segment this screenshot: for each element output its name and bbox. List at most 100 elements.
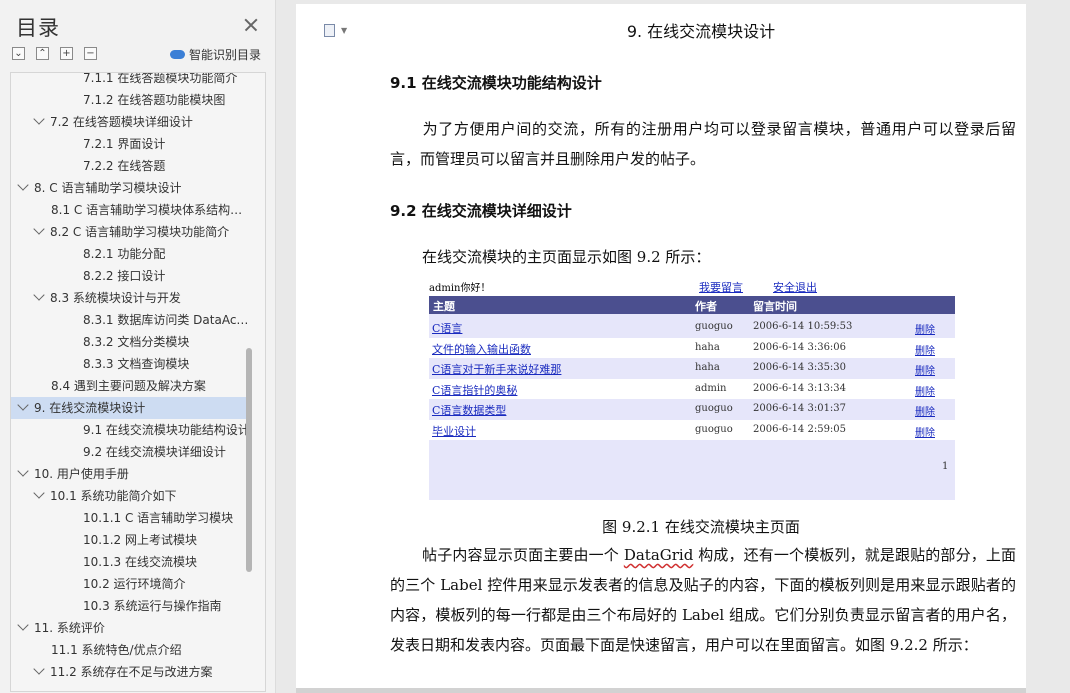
toc-item-label: 7.1.1 在线答题模块功能简介: [83, 72, 238, 85]
toc-item[interactable]: 11.1 系统特色/优点介绍: [11, 639, 251, 661]
toc-item[interactable]: 8.3.3 文档查询模块: [11, 353, 251, 375]
horizontal-scrollbar[interactable]: [296, 688, 1026, 693]
chevron-down-icon[interactable]: [33, 487, 45, 499]
toc-item-label: 9. 在线交流模块设计: [34, 401, 146, 415]
toc-item[interactable]: 11. 系统评价: [11, 617, 251, 639]
toc-item[interactable]: 8.1 C 语言辅助学习模块体系结构设计: [11, 199, 251, 221]
topic-link[interactable]: 文件的输入输出函数: [432, 341, 531, 357]
topic-link[interactable]: C语言对于新手来说好难那: [432, 361, 561, 377]
author-cell: haha: [695, 362, 720, 374]
delete-link[interactable]: 删除: [915, 362, 935, 377]
toc-item[interactable]: 10. 用户使用手册: [11, 463, 251, 485]
toc-title: 目录: [16, 16, 60, 40]
toc-item-label: 8.1 C 语言辅助学习模块体系结构设计: [51, 203, 251, 217]
toc-item-label: 11.1 系统特色/优点介绍: [51, 643, 182, 657]
chapter-heading: 9. 在线交流模块设计: [626, 22, 776, 41]
section-9-1-paragraph: 为了方便用户间的交流，所有的注册用户均可以登录留言模块，普通用户可以登录后留言，…: [390, 114, 1016, 174]
toc-item[interactable]: 8.3.2 文档分类模块: [11, 331, 251, 353]
page-number[interactable]: 1: [942, 461, 948, 472]
toc-item-label: 7.2.1 界面设计: [83, 137, 166, 151]
chevron-down-icon[interactable]: [33, 663, 45, 675]
toc-item[interactable]: 7.2 在线答题模块详细设计: [11, 111, 251, 133]
datagrid-term: DataGrid: [623, 546, 694, 564]
toc-item[interactable]: 8. C 语言辅助学习模块设计: [11, 177, 251, 199]
toc-item[interactable]: 7.1.1 在线答题模块功能简介: [11, 72, 251, 89]
toc-item-label: 8.3.3 文档查询模块: [83, 357, 190, 371]
toc-item-label: 8.3 系统模块设计与开发: [50, 291, 181, 305]
toc-scrollbar[interactable]: [246, 348, 252, 572]
header-topic: 主题: [433, 300, 455, 313]
delete-link[interactable]: 删除: [915, 383, 935, 398]
chevron-down-icon[interactable]: [33, 113, 45, 125]
delete-link[interactable]: 删除: [915, 342, 935, 357]
toc-item[interactable]: 8.4 遇到主要问题及解决方案: [11, 375, 251, 397]
toc-item-label: 8.2.2 接口设计: [83, 269, 166, 283]
chevron-down-icon[interactable]: [33, 289, 45, 301]
time-cell: 2006-6-14 2:59:05: [753, 424, 847, 435]
toc-item-label: 9.2 在线交流模块详细设计: [83, 445, 226, 459]
datagrid-text-a: 帖子内容显示页面主要由一个: [422, 546, 624, 564]
toc-panel: 目录 ⌄ ⌃ + − 智能识别目录 7.1.1 在线答题模块功能简介 7.1.2 …: [0, 0, 276, 693]
toc-item[interactable]: 10.1.2 网上考试模块: [11, 529, 251, 551]
toc-item-label: 8.3.2 文档分类模块: [83, 335, 190, 349]
smart-toc-label: 智能识别目录: [189, 48, 262, 62]
topic-link[interactable]: C语言指针的奥秘: [432, 382, 517, 398]
smart-toc-button[interactable]: 智能识别目录: [170, 46, 261, 62]
close-icon[interactable]: [242, 16, 260, 34]
delete-link[interactable]: 删除: [915, 403, 935, 418]
chevron-down-icon[interactable]: [33, 223, 45, 235]
toc-item[interactable]: 10.2 运行环境简介: [11, 573, 251, 595]
figure-caption: 图 9.2.1 在线交流模块主页面: [602, 518, 800, 536]
topic-link[interactable]: 毕业设计: [432, 423, 476, 439]
toc-item[interactable]: 8.3 系统模块设计与开发: [11, 287, 251, 309]
chevron-down-icon[interactable]: [17, 465, 29, 477]
post-message-link[interactable]: 我要留言: [699, 279, 743, 295]
toc-item[interactable]: 10.3 系统运行与操作指南: [11, 595, 251, 617]
toc-item-label: 10.1.1 C 语言辅助学习模块: [83, 511, 234, 525]
topic-link[interactable]: C语言: [432, 320, 462, 336]
grid-header: 主题 作者 留言时间: [429, 296, 955, 314]
toc-item[interactable]: 7.2.1 界面设计: [11, 133, 251, 155]
toc-item[interactable]: 10.1 系统功能简介如下: [11, 485, 251, 507]
toc-item-label: 8.3.1 数据库访问类 DataAccess: [83, 313, 251, 327]
toc-item-label: 8.2.1 功能分配: [83, 247, 166, 261]
section-heading-9-1: 9.1 在线交流模块功能结构设计: [390, 74, 602, 92]
toc-list: 7.1.1 在线答题模块功能简介 7.1.2 在线答题功能模块图 7.2 在线答题模…: [10, 72, 266, 692]
toc-item-label: 10.1.2 网上考试模块: [83, 533, 197, 547]
toc-item[interactable]: 10.1.3 在线交流模块: [11, 551, 251, 573]
toc-item[interactable]: 8.2 C 语言辅助学习模块功能简介: [11, 221, 251, 243]
toc-item[interactable]: 8.3.1 数据库访问类 DataAccess: [11, 309, 251, 331]
chevron-down-icon[interactable]: [17, 399, 29, 411]
toc-item[interactable]: 9.1 在线交流模块功能结构设计: [11, 419, 251, 441]
toc-item[interactable]: 8.2.1 功能分配: [11, 243, 251, 265]
toc-item[interactable]: 9. 在线交流模块设计: [11, 397, 251, 419]
collapse-icon[interactable]: ⌃: [36, 47, 49, 60]
table-row: C语言指针的奥秘 admin 2006-6-14 3:13:34 删除: [429, 378, 955, 399]
author-cell: haha: [695, 341, 720, 353]
topic-link[interactable]: C语言数据类型: [432, 402, 506, 418]
table-row: C语言数据类型 guoguo 2006-6-14 3:01:37 删除: [429, 399, 955, 420]
toc-item[interactable]: 7.2.2 在线答题: [11, 155, 251, 177]
toc-item-label: 10.1 系统功能简介如下: [50, 489, 177, 503]
toc-item[interactable]: 11.2 系统存在不足与改进方案: [11, 661, 251, 683]
logout-link[interactable]: 安全退出: [773, 279, 817, 295]
toc-item-label: 8. C 语言辅助学习模块设计: [34, 181, 182, 195]
chevron-down-icon[interactable]: [17, 619, 29, 631]
expand-all-icon[interactable]: ⌄: [12, 47, 25, 60]
section-9-2-intro: 在线交流模块的主页面显示如图 9.2 所示：: [390, 242, 1016, 272]
toc-item[interactable]: 7.1.2 在线答题功能模块图: [11, 89, 251, 111]
remove-icon[interactable]: −: [84, 47, 97, 60]
section-9-2-intro-text: 在线交流模块的主页面显示如图 9.2 所示：: [422, 248, 711, 266]
toc-item-label: 8.4 遇到主要问题及解决方案: [51, 379, 206, 393]
chevron-down-icon[interactable]: [17, 179, 29, 191]
delete-link[interactable]: 删除: [915, 321, 935, 336]
toc-item[interactable]: 9.2 在线交流模块详细设计: [11, 441, 251, 463]
add-icon[interactable]: +: [60, 47, 73, 60]
toc-item[interactable]: 8.2.2 接口设计: [11, 265, 251, 287]
delete-link[interactable]: 删除: [915, 424, 935, 439]
toc-item-label: 8.2 C 语言辅助学习模块功能简介: [50, 225, 230, 239]
time-cell: 2006-6-14 3:35:30: [753, 362, 847, 374]
time-cell: 2006-6-14 10:59:53: [753, 321, 853, 332]
toc-item-label: 7.2 在线答题模块详细设计: [50, 115, 193, 129]
toc-item[interactable]: 10.1.1 C 语言辅助学习模块: [11, 507, 251, 529]
